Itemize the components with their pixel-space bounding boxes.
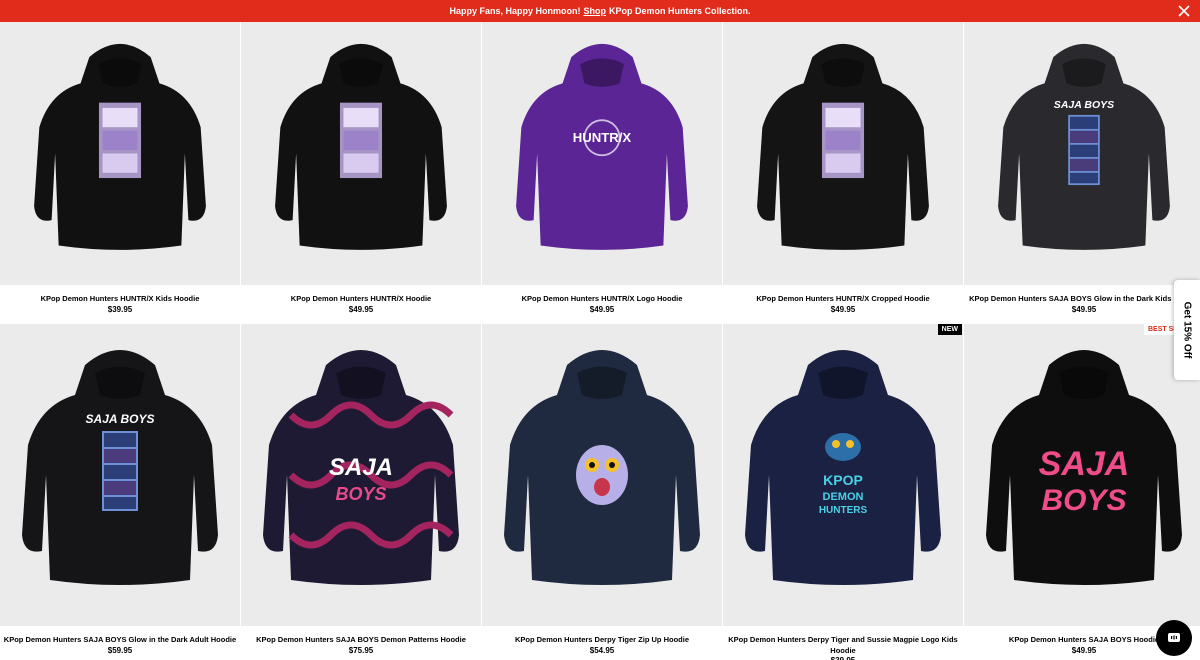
product-card[interactable]: SAJA BOYS KPop Demon Hunters SAJA BOYS D… [241, 324, 481, 660]
promo-banner: Happy Fans, Happy Honmoon! Shop KPop Dem… [0, 0, 1200, 22]
product-price: $59.95 [107, 646, 133, 655]
product-title[interactable]: KPop Demon Hunters HUNTR/X Logo Hoodie [482, 293, 722, 304]
product-card[interactable]: KPop Demon Hunters HUNTR/X Kids Hoodie $3… [0, 22, 240, 323]
close-icon[interactable] [1176, 3, 1192, 19]
product-title[interactable]: KPop Demon Hunters Derpy Tiger Zip Up Ho… [482, 634, 722, 645]
svg-text:KPOP: KPOP [823, 472, 863, 488]
promo-shop-link[interactable]: Shop [584, 6, 607, 16]
product-image[interactable]: SAJA BOYS [964, 324, 1200, 626]
svg-text:BOYS: BOYS [1041, 484, 1126, 517]
product-image-wrap[interactable] [723, 22, 963, 285]
svg-text:SAJA: SAJA [1039, 445, 1130, 483]
product-image-wrap[interactable]: SAJA BOYS [241, 324, 481, 626]
promo-text-end: KPop Demon Hunters Collection. [609, 6, 751, 16]
product-title[interactable]: KPop Demon Hunters HUNTR/X Cropped Hoodi… [723, 293, 963, 304]
svg-text:DEMON: DEMON [823, 491, 864, 503]
product-image[interactable]: SAJA BOYS [241, 324, 481, 626]
product-image-wrap[interactable] [482, 324, 722, 626]
product-price: $49.95 [589, 305, 615, 314]
product-title[interactable]: KPop Demon Hunters HUNTR/X Kids Hoodie [0, 293, 240, 304]
product-price: $49.95 [348, 305, 374, 314]
product-image-wrap[interactable]: SAJA BOYS [964, 22, 1200, 285]
product-image-wrap[interactable] [241, 22, 481, 285]
product-title[interactable]: KPop Demon Hunters SAJA BOYS Demon Patte… [241, 634, 481, 645]
product-price: $39.95 [723, 656, 963, 660]
product-price: $54.95 [589, 646, 615, 655]
product-price: $75.95 [348, 646, 374, 655]
discount-tab-label: Get 15% Off [1181, 301, 1193, 359]
discount-tab[interactable]: Get 15% Off [1174, 280, 1200, 380]
product-image[interactable] [0, 22, 240, 285]
product-image[interactable]: SAJA BOYS [964, 22, 1200, 285]
product-card[interactable]: KPop Demon Hunters HUNTR/X Hoodie $49.95 [241, 22, 481, 323]
product-image-wrap[interactable]: SAJA BOYS [964, 324, 1200, 626]
product-image[interactable]: SAJA BOYS [0, 324, 240, 626]
product-card[interactable]: SAJA BOYS BEST SELLER KPop Demon Hunters … [964, 324, 1200, 660]
new-badge: NEW [937, 324, 962, 335]
product-image[interactable] [482, 324, 722, 626]
product-image[interactable] [723, 22, 963, 285]
product-image-wrap[interactable] [0, 22, 240, 285]
svg-text:BOYS: BOYS [335, 484, 386, 504]
product-price: $49.95 [1071, 305, 1097, 314]
product-title[interactable]: KPop Demon Hunters SAJA BOYS Glow in the… [964, 293, 1200, 304]
product-card[interactable]: HUNTR/X KPop Demon Hunters HUNTR/X Logo … [482, 22, 722, 323]
product-price: $39.95 [107, 305, 133, 314]
svg-text:SAJA BOYS: SAJA BOYS [1054, 99, 1114, 111]
chat-button[interactable] [1156, 620, 1192, 656]
promo-text: Happy Fans, Happy Honmoon! [449, 6, 581, 16]
product-image[interactable] [241, 22, 481, 285]
product-image-wrap[interactable]: SAJA BOYS [0, 324, 240, 626]
product-image[interactable]: KPOP DEMON HUNTERS [723, 324, 963, 626]
product-title[interactable]: KPop Demon Hunters SAJA BOYS Glow in the… [0, 634, 240, 645]
product-image-wrap[interactable]: KPOP DEMON HUNTERS [723, 324, 963, 626]
product-title[interactable]: KPop Demon Hunters Derpy Tiger and Sussi… [723, 634, 963, 656]
product-price: $49.95 [830, 305, 856, 314]
product-card[interactable]: SAJA BOYS KPop Demon Hunters SAJA BOYS G… [964, 22, 1200, 323]
product-card[interactable]: KPop Demon Hunters Derpy Tiger Zip Up Ho… [482, 324, 722, 660]
svg-text:HUNTR/X: HUNTR/X [573, 130, 632, 145]
svg-text:HUNTERS: HUNTERS [819, 505, 868, 516]
svg-text:SAJA: SAJA [329, 454, 393, 481]
product-image[interactable]: HUNTR/X [482, 22, 722, 285]
product-card[interactable]: KPOP DEMON HUNTERS NEW KPop Demon Hunters… [723, 324, 963, 660]
product-card[interactable]: KPop Demon Hunters HUNTR/X Cropped Hoodi… [723, 22, 963, 323]
svg-text:SAJA BOYS: SAJA BOYS [86, 412, 155, 426]
product-image-wrap[interactable]: HUNTR/X [482, 22, 722, 285]
product-card[interactable]: SAJA BOYS KPop Demon Hunters SAJA BOYS G… [0, 324, 240, 660]
chat-icon [1168, 633, 1180, 642]
product-title[interactable]: KPop Demon Hunters HUNTR/X Hoodie [241, 293, 481, 304]
